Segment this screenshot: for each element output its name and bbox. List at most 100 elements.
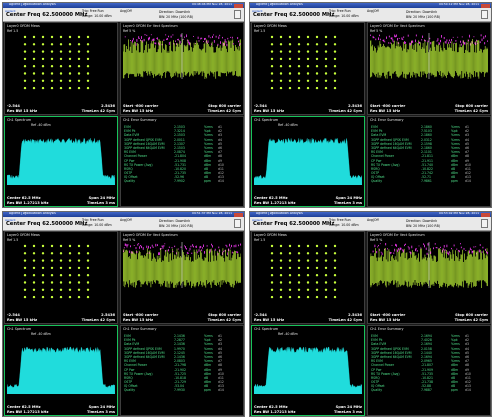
metric-value: 7.9887 [421, 388, 432, 393]
constellation-point [270, 79, 274, 82]
timelen-label: TimeLen 3 ms [86, 201, 115, 205]
pane-title: Ch1 Error Summary [123, 327, 157, 331]
constellation-point [50, 50, 54, 53]
constellation-point [41, 266, 45, 270]
constellation-point [59, 244, 63, 248]
constellation-pane[interactable]: Layer0 OFDM Meas Ref 1.5 -2.544 2.5436 R… [251, 231, 365, 324]
constellation-point [23, 57, 27, 61]
constellation-point [68, 259, 72, 262]
err-vect-spectrum-pane[interactable]: Layer0 OFDM Err Vect Spectrum Ref 5 % St… [120, 22, 244, 115]
constellation-point [306, 65, 310, 68]
constellation-pane[interactable]: Layer0 OFDM Meas Ref 1.5 -2.544 2.5436 R… [251, 22, 365, 115]
close-icon[interactable] [234, 212, 243, 217]
pane-title: Ch1 Spectrum [254, 327, 279, 331]
constellation-point [270, 35, 274, 39]
constellation-point [50, 259, 54, 262]
constellation-point [59, 281, 63, 284]
center-freq[interactable]: Center Freq 62.500000 MHz [253, 221, 334, 227]
constellation-point [306, 57, 310, 61]
close-icon[interactable] [234, 3, 243, 8]
stop-label: Stop 600 carrier [208, 104, 241, 108]
timelen-label: TimeLen 42 Sym [207, 109, 241, 113]
constellation-point [23, 274, 27, 277]
constellation-point [270, 288, 274, 291]
constellation-point [315, 79, 319, 82]
res-bw-label: Res BW 15 kHz [123, 109, 154, 113]
constellation-point [41, 244, 45, 248]
constellation-point [333, 274, 337, 277]
constellation-point [68, 79, 72, 82]
constellation-point [279, 43, 283, 46]
constellation-point [288, 35, 292, 39]
constellation-point [41, 65, 45, 68]
constellation-point [279, 86, 283, 90]
x-min-label: -2.544 [7, 104, 20, 108]
constellation-point [288, 259, 292, 262]
err-vect-spectrum-pane[interactable]: Layer0 OFDM Err Vect Spectrum Ref 5 % St… [367, 22, 491, 115]
metric-unit: ppm [204, 388, 211, 393]
constellation-plot [270, 244, 337, 299]
constellation-point [59, 259, 63, 262]
channel-spectrum-pane[interactable]: Ch1 Spectrum Ref -40 dBm Center 62.5 MHz… [251, 325, 365, 416]
error-summary-pane[interactable]: Ch1 Error Summary EVM 2.1436 %rms d1 EVM Pk 7… [120, 325, 244, 416]
center-freq[interactable]: Center Freq 62.500000 MHz [6, 221, 87, 227]
err-vect-spectrum-pane[interactable]: Layer0 OFDM Err Vect Spectrum Ref 5 % St… [120, 231, 244, 324]
res-bw-label: Res BW 15 kHz [370, 109, 401, 113]
x-max-label: 2.5436 [348, 313, 362, 317]
constellation-point [315, 35, 319, 39]
center-freq[interactable]: Center Freq 62.500000 MHz [253, 12, 334, 18]
constellation-point [41, 252, 45, 255]
constellation-pane[interactable]: Layer0 OFDM Meas Ref 1.5 -2.544 2.5436 R… [4, 231, 118, 324]
channel-spectrum-pane[interactable]: Ch1 Spectrum Ref -40 dBm Center 62.5 MHz… [4, 325, 118, 416]
constellation-point [23, 252, 27, 255]
pane-title: Layer0 OFDM Err Vect Spectrum [370, 233, 425, 237]
pane-title: Ch1 Error Summary [370, 327, 404, 331]
constellation-point [32, 259, 36, 262]
channel-spectrum-pane[interactable]: Ch1 Spectrum Ref -40 dBm Center 62.5 MHz… [251, 116, 365, 207]
res-bw-label: Res BW 15 kHz [254, 318, 285, 322]
metric-label: Quality [124, 388, 136, 393]
constellation-point [68, 72, 72, 75]
error-summary-pane[interactable]: Ch1 Error Summary EVM 2.1694 %rms d1 EVM Pk 7… [367, 325, 491, 416]
constellation-point [333, 266, 337, 270]
constellation-point [297, 79, 301, 82]
channel-spectrum-pane[interactable]: Ch1 Spectrum Ref -40 dBm Center 62.5 MHz… [4, 116, 118, 207]
constellation-point [288, 244, 292, 248]
settings-icon[interactable] [481, 10, 488, 19]
constellation-point [279, 35, 283, 39]
stop-label: Stop 600 carrier [455, 313, 488, 317]
constellation-point [86, 274, 90, 277]
channel-spectrum-plot [254, 346, 362, 394]
constellation-point [324, 288, 328, 291]
constellation-point [279, 50, 283, 53]
constellation-point [315, 50, 319, 53]
constellation-point [306, 288, 310, 291]
constellation-pane[interactable]: Layer0 OFDM Meas Ref 1.5 -2.544 2.5436 R… [4, 22, 118, 115]
x-max-label: 2.5436 [348, 104, 362, 108]
constellation-point [324, 266, 328, 270]
res-bw-label: Res BW 15 kHz [370, 318, 401, 322]
settings-icon[interactable] [234, 10, 241, 19]
constellation-point [32, 252, 36, 255]
constellation-point [324, 35, 328, 39]
close-icon[interactable] [481, 212, 490, 217]
center-freq[interactable]: Center Freq 62.500000 MHz [6, 12, 87, 18]
err-vect-spectrum-pane[interactable]: Layer0 OFDM Err Vect Spectrum Ref 5 % St… [367, 231, 491, 324]
constellation-point [68, 288, 72, 291]
constellation-point [297, 244, 301, 248]
settings-icon[interactable] [234, 219, 241, 228]
pane-title: Layer0 OFDM Err Vect Spectrum [123, 233, 178, 237]
constellation-point [306, 281, 310, 284]
error-summary-pane[interactable]: Ch1 Error Summary EVM 2.1503 %rms d1 EVM Pk 7… [120, 116, 244, 207]
constellation-point [324, 65, 328, 68]
constellation-point [324, 244, 328, 248]
close-icon[interactable] [481, 3, 490, 8]
error-summary-pane[interactable]: Ch1 Error Summary EVM 2.1860 %rms d1 EVM Pk 7… [367, 116, 491, 207]
constellation-point [23, 43, 27, 46]
bandwidth-status: BW: 20 MHz (100 RB) [159, 15, 194, 19]
constellation-point [77, 259, 81, 262]
constellation-point [288, 295, 292, 299]
settings-icon[interactable] [481, 219, 488, 228]
constellation-point [306, 50, 310, 53]
pane-title: Layer0 OFDM Meas [7, 233, 40, 237]
